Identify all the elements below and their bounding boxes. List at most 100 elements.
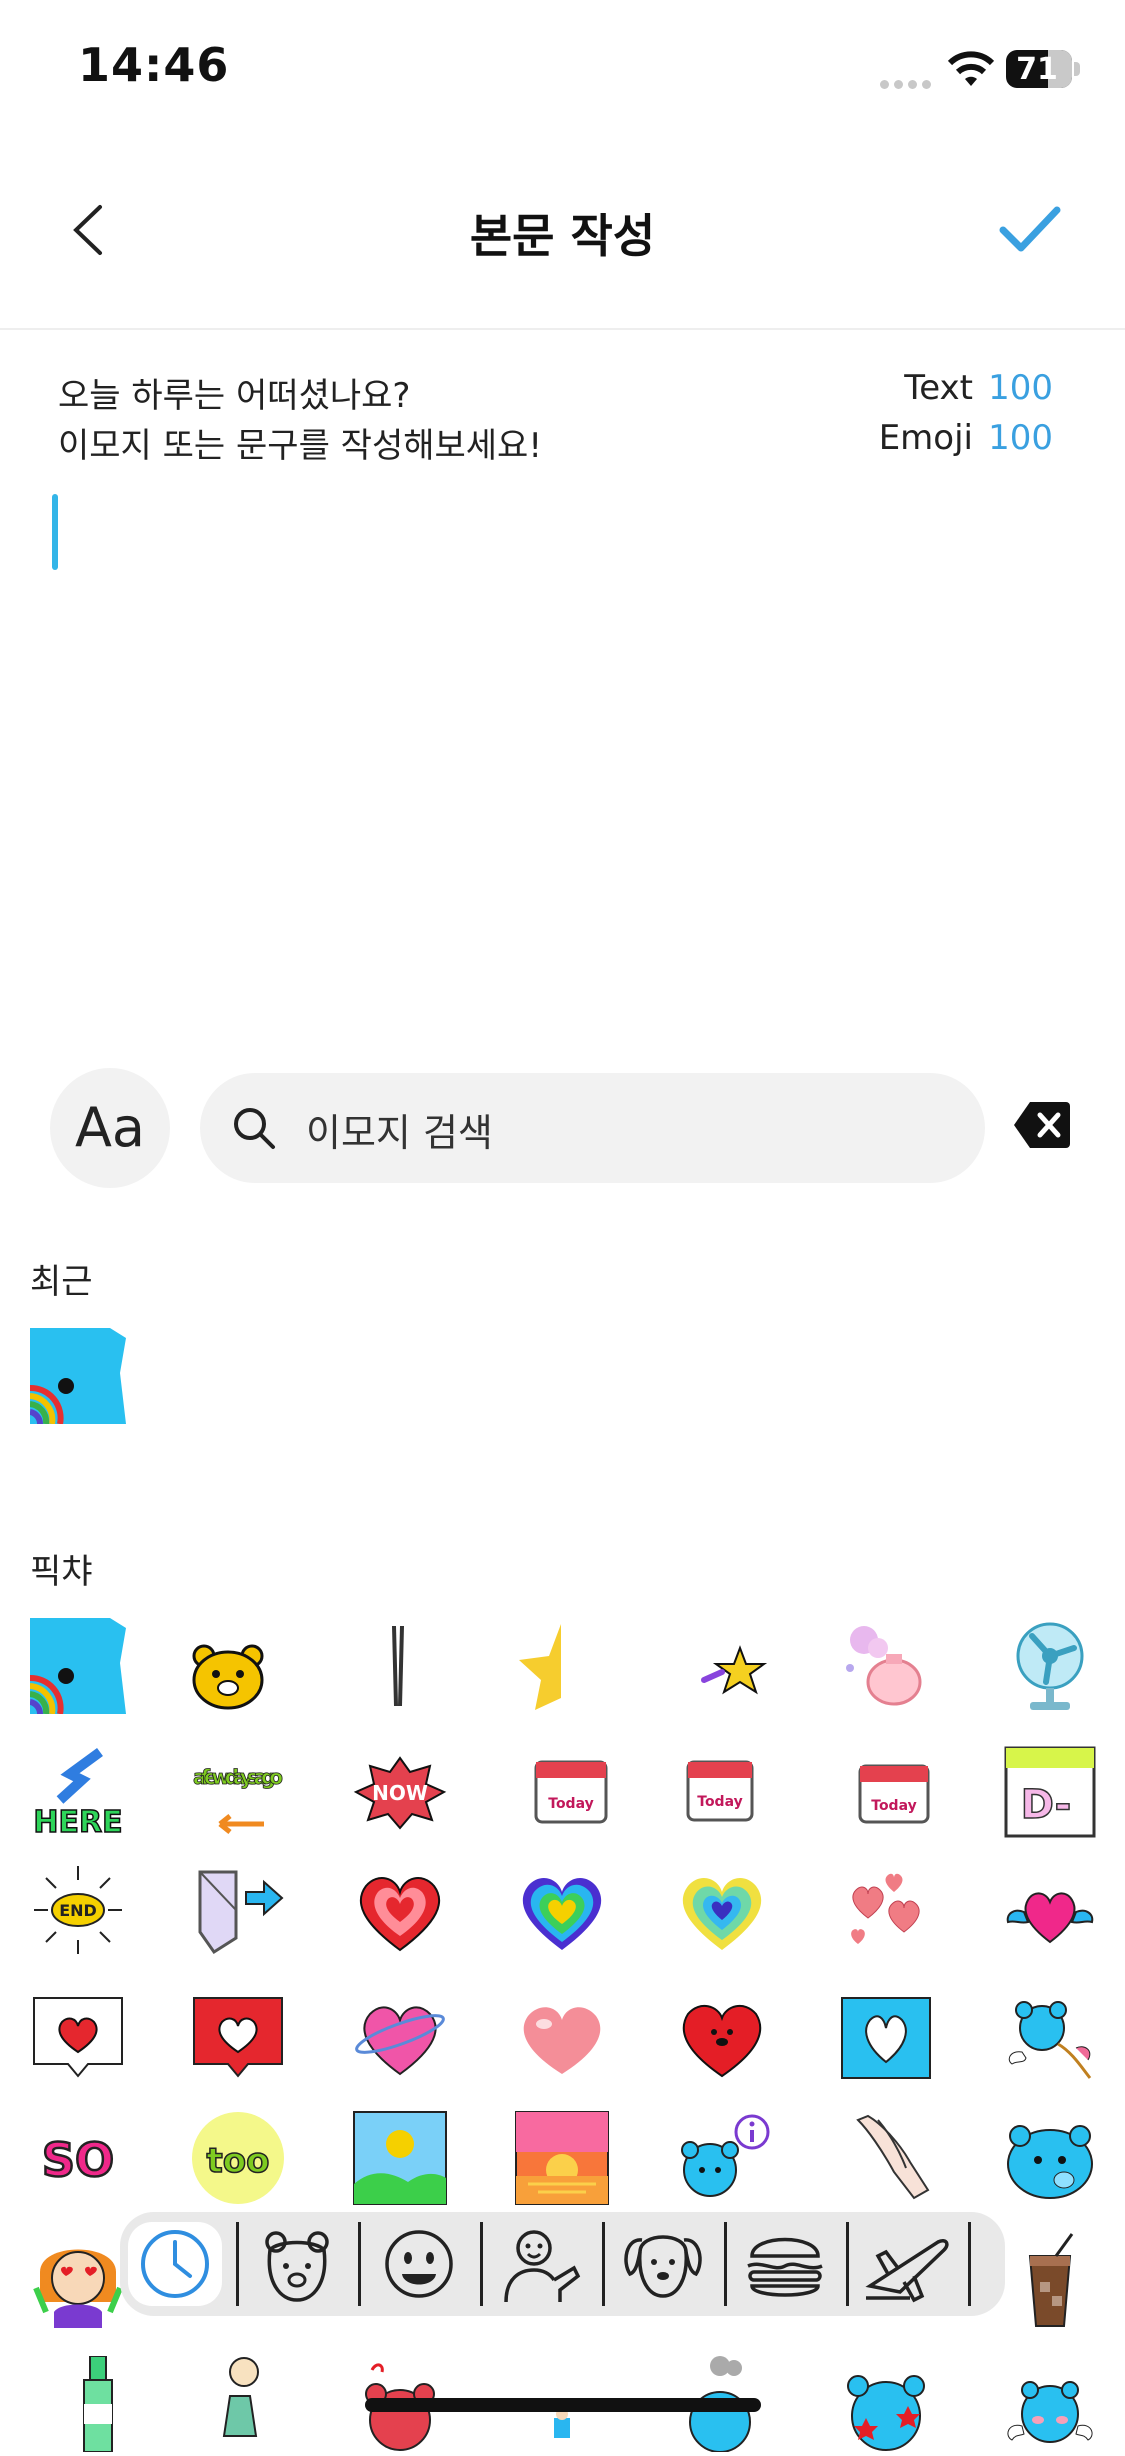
sticker-bear-info[interactable] bbox=[674, 2110, 770, 2206]
sticker-bear-face-heart[interactable] bbox=[674, 1988, 770, 2084]
sticker-layered-red-heart[interactable] bbox=[352, 1862, 448, 1958]
emoji-counter: Emoji 100 bbox=[879, 418, 1053, 458]
sticker-now[interactable]: NOW bbox=[352, 1744, 448, 1840]
sticker-end-text: END bbox=[59, 1901, 97, 1920]
tab-separator bbox=[968, 2222, 971, 2306]
tab-separator bbox=[480, 2222, 483, 2306]
sticker-now-text: NOW bbox=[372, 1781, 428, 1805]
sticker-so-text: SO bbox=[42, 2133, 114, 2187]
sticker-falling-hearts[interactable] bbox=[838, 1862, 934, 1958]
sticker-heart-eyes-girl[interactable] bbox=[30, 2232, 126, 2328]
sticker-blue-bear-rainbow[interactable] bbox=[29, 1618, 126, 1715]
tab-separator bbox=[602, 2222, 605, 2306]
wifi-icon bbox=[946, 48, 996, 92]
backspace-icon bbox=[1014, 1102, 1070, 1148]
tab-travel[interactable] bbox=[860, 2222, 954, 2306]
battery-tip bbox=[1074, 62, 1080, 76]
font-style-button[interactable]: Aa bbox=[50, 1068, 170, 1188]
delete-button[interactable] bbox=[1012, 1100, 1072, 1154]
sticker-today-calendar-2[interactable]: Today bbox=[674, 1744, 770, 1840]
sticker-blue-bear-rainbow-recent[interactable] bbox=[29, 1328, 126, 1425]
text-counter-value: 100 bbox=[988, 368, 1053, 408]
sticker-pink-heart-ring[interactable] bbox=[352, 1988, 448, 2084]
text-counter-label: Text bbox=[904, 368, 973, 408]
sticker-puffy-pink-heart[interactable] bbox=[514, 1988, 610, 2084]
emoji-counter-label: Emoji bbox=[878, 418, 973, 458]
airplane-icon bbox=[865, 2238, 949, 2303]
search-icon bbox=[230, 1104, 278, 1156]
sticker-iced-coffee[interactable] bbox=[1002, 2232, 1098, 2328]
home-indicator[interactable] bbox=[365, 2398, 761, 2412]
tab-smiley[interactable] bbox=[372, 2222, 466, 2306]
tab-food[interactable] bbox=[738, 2222, 832, 2306]
checkmark-icon bbox=[999, 206, 1061, 252]
prompt-line-2: 이모지 또는 문구를 작성해보세요! bbox=[58, 426, 542, 466]
tab-separator bbox=[724, 2222, 727, 2306]
sticker-cupid-bear[interactable] bbox=[1002, 1988, 1098, 2084]
sticker-sunset[interactable] bbox=[514, 2110, 610, 2206]
tab-separator bbox=[846, 2222, 849, 2306]
page-title: 본문 작성 bbox=[469, 209, 656, 263]
sticker-folded-paper-arrow[interactable] bbox=[190, 1862, 286, 1958]
sticker-too-text: too bbox=[207, 2141, 270, 2181]
sticker-shooting-star[interactable] bbox=[690, 1618, 786, 1714]
emoji-counter-value: 100 bbox=[988, 418, 1053, 458]
tab-dog[interactable] bbox=[616, 2222, 710, 2306]
signal-icon bbox=[880, 74, 936, 93]
bear-icon bbox=[265, 2231, 329, 2302]
sticker-today-text-2: Today bbox=[697, 1794, 742, 1810]
battery-level: 71 bbox=[1016, 52, 1058, 87]
smiley-icon bbox=[385, 2230, 453, 2298]
search-input[interactable]: 이모지 검색 bbox=[306, 1102, 493, 1157]
section-picha-heading: 픽챠 bbox=[30, 1552, 93, 1592]
sticker-d-minus-text: D- bbox=[1021, 1782, 1072, 1828]
sticker-so[interactable]: SO bbox=[30, 2110, 126, 2206]
sticker-today-calendar-3[interactable]: Today bbox=[846, 1744, 942, 1840]
sticker-sunny-landscape[interactable] bbox=[352, 2110, 448, 2206]
sticker-bear-paw[interactable] bbox=[1002, 2110, 1098, 2206]
section-recent-heading: 최근 bbox=[30, 1262, 93, 1302]
clock-icon bbox=[141, 2230, 209, 2298]
sticker-perfume-bottle[interactable] bbox=[838, 1618, 934, 1714]
sticker-end[interactable]: END bbox=[30, 1862, 126, 1958]
sticker-winged-heart[interactable] bbox=[1002, 1862, 1098, 1958]
sticker-here[interactable]: HERE bbox=[30, 1744, 126, 1841]
sticker-too[interactable]: too bbox=[190, 2110, 286, 2206]
sticker-bear-stars[interactable] bbox=[838, 2356, 934, 2452]
tab-bear[interactable] bbox=[250, 2222, 344, 2306]
prompt-line-1: 오늘 하루는 어떠셨나요? bbox=[58, 376, 411, 416]
sticker-heart-speech-bubble[interactable] bbox=[30, 1988, 126, 2084]
sticker-today-text-3: Today bbox=[871, 1798, 916, 1814]
header-divider bbox=[0, 328, 1125, 330]
sticker-praying-hands[interactable] bbox=[838, 2110, 934, 2206]
dog-icon bbox=[624, 2235, 702, 2298]
sticker-winged-bear[interactable] bbox=[1002, 2356, 1098, 2452]
tab-person[interactable] bbox=[494, 2222, 588, 2306]
sticker-today-text-1: Today bbox=[548, 1796, 593, 1812]
sticker-chopsticks[interactable] bbox=[352, 1618, 448, 1714]
sticker-hands-heart[interactable] bbox=[838, 1988, 934, 2084]
sticker-here-text: HERE bbox=[33, 1805, 122, 1840]
sticker-half-star[interactable] bbox=[505, 1618, 601, 1714]
burger-icon bbox=[747, 2237, 823, 2297]
sticker-a-few-days-ago[interactable]: a few days ago bbox=[190, 1744, 286, 1840]
sticker-red-heart-bubble[interactable] bbox=[190, 1988, 286, 2084]
sticker-rainbow-heart[interactable] bbox=[514, 1862, 610, 1958]
sticker-yellow-bear[interactable] bbox=[180, 1618, 276, 1714]
sticker-soju-bottle[interactable] bbox=[50, 2355, 146, 2453]
sticker-d-minus[interactable]: D- bbox=[1002, 1744, 1098, 1840]
tab-separator bbox=[236, 2222, 239, 2306]
text-counter: Text 100 bbox=[904, 368, 1053, 408]
battery-icon: 71 bbox=[1006, 50, 1072, 88]
sticker-today-calendar-1[interactable]: Today bbox=[522, 1744, 618, 1840]
text-cursor[interactable] bbox=[52, 494, 58, 570]
person-icon bbox=[504, 2230, 581, 2303]
sticker-electric-fan[interactable] bbox=[1002, 1618, 1098, 1714]
sticker-person-balloon[interactable] bbox=[190, 2356, 286, 2452]
sticker-pastel-rainbow-heart[interactable] bbox=[674, 1862, 770, 1958]
tab-recent[interactable] bbox=[128, 2222, 222, 2306]
status-time: 14:46 bbox=[78, 38, 230, 92]
confirm-button[interactable] bbox=[995, 200, 1065, 260]
tab-separator bbox=[358, 2222, 361, 2306]
sticker-a-few-days-ago-text: a few days ago bbox=[193, 1765, 283, 1789]
